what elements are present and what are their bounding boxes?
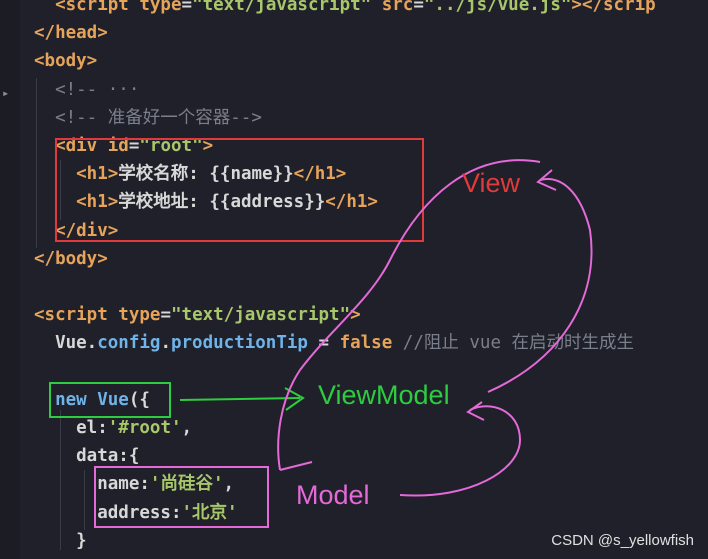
pink-arrow-model-to-vm xyxy=(399,405,522,497)
viewmodel-label: ViewModel xyxy=(318,380,450,410)
pink-arrowhead-vm xyxy=(279,461,313,471)
pink-arrowhead-model xyxy=(466,401,485,421)
annotation-arrows xyxy=(179,159,593,497)
view-label: View xyxy=(462,168,521,198)
pink-arrow-view-to-vm xyxy=(277,159,541,471)
watermark: CSDN @s_yellowfish xyxy=(551,532,694,549)
green-arrow-line xyxy=(179,397,301,401)
model-label: Model xyxy=(296,480,370,510)
pink-arrow-vm-to-view xyxy=(487,178,593,393)
